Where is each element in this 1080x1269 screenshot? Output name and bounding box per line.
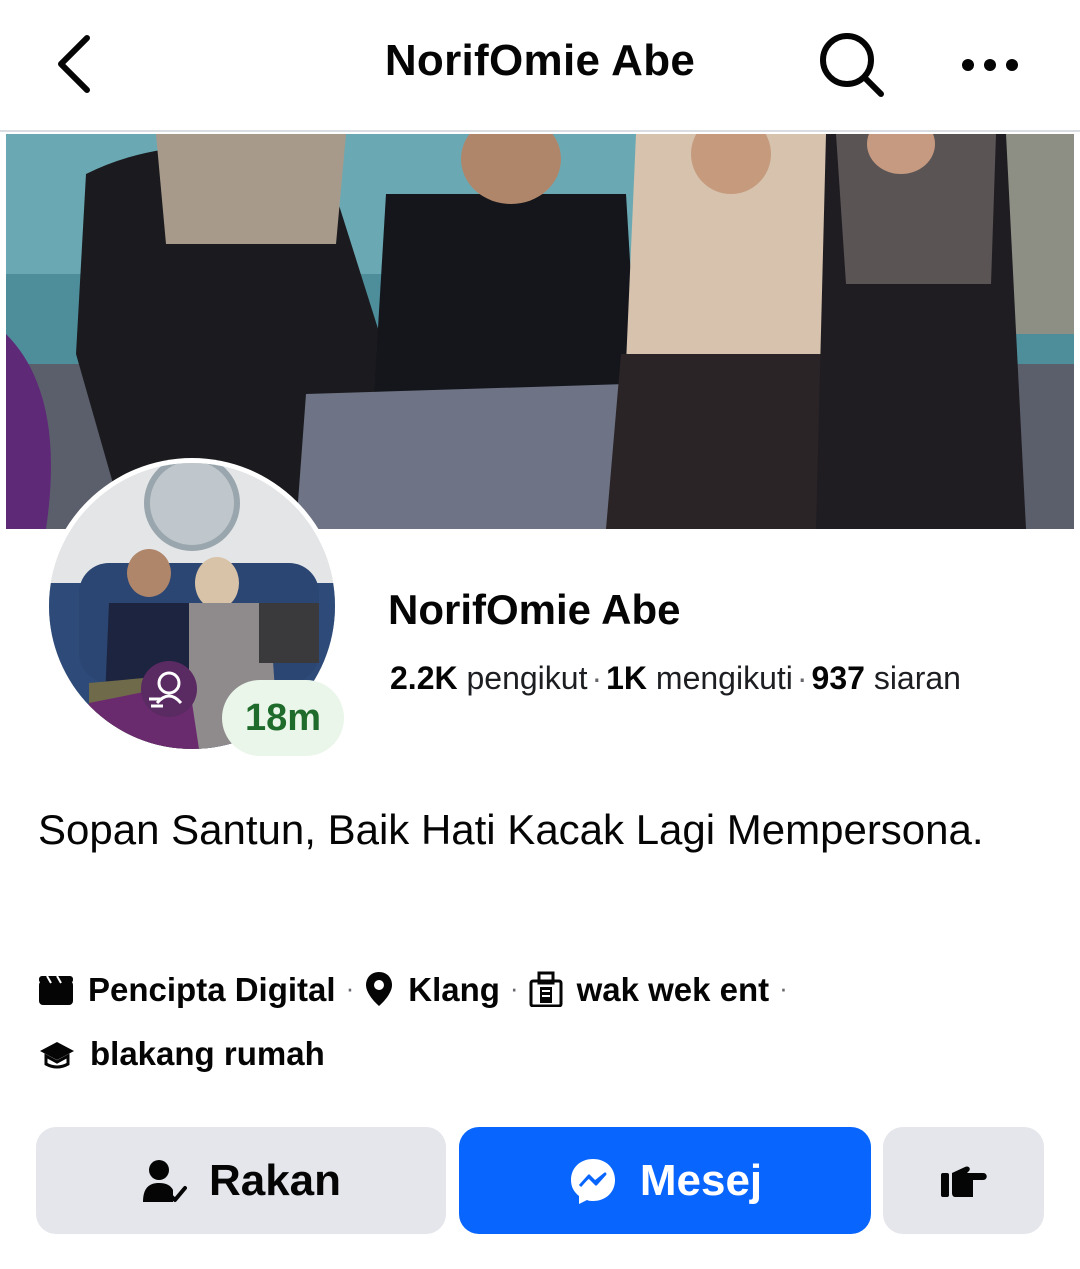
- digital-creator-badge-icon: [141, 661, 197, 717]
- poke-button[interactable]: [883, 1127, 1044, 1234]
- location-pin-icon: [366, 972, 393, 1006]
- message-button[interactable]: Mesej: [459, 1127, 871, 1234]
- messenger-icon: [570, 1158, 615, 1204]
- detail-location[interactable]: Klang: [364, 971, 500, 1008]
- detail-category[interactable]: Pencipta Digital: [38, 971, 336, 1008]
- profile-bio: Sopan Santun, Baik Hati Kacak Lagi Mempe…: [38, 806, 984, 853]
- profile-details: Pencipta Digital · Klang · wak wek ent ·blaka…: [38, 956, 1048, 1086]
- profile-stats: 2.2K pengikut · 1K mengikuti · 937 siaran: [390, 660, 961, 696]
- page-title: NorifOmie Abe: [384, 36, 696, 85]
- search-button[interactable]: [810, 26, 894, 104]
- friend-check-icon: [142, 1159, 187, 1202]
- more-horizontal-icon: [962, 59, 1018, 71]
- more-options-button[interactable]: [950, 30, 1030, 100]
- friends-button[interactable]: Rakan: [36, 1127, 446, 1234]
- graduation-cap-icon: [40, 1042, 74, 1069]
- building-icon: [529, 971, 563, 1007]
- detail-education[interactable]: blakang rumah: [38, 1035, 325, 1072]
- followers-stat[interactable]: 2.2K pengikut: [390, 660, 587, 696]
- search-icon: [820, 33, 884, 97]
- posts-stat[interactable]: 937 siaran: [812, 660, 961, 696]
- clapperboard-icon: [39, 975, 73, 1005]
- top-bar: NorifOmie Abe: [0, 0, 1080, 132]
- poke-hand-icon: [940, 1165, 987, 1197]
- friends-button-label: Rakan: [208, 1155, 342, 1205]
- message-button-label: Mesej: [639, 1155, 763, 1205]
- profile-name: NorifOmie Abe: [388, 586, 681, 633]
- following-stat[interactable]: 1K mengikuti: [606, 660, 793, 696]
- detail-workplace[interactable]: wak wek ent: [529, 971, 769, 1008]
- story-time-badge: 18m: [222, 680, 344, 756]
